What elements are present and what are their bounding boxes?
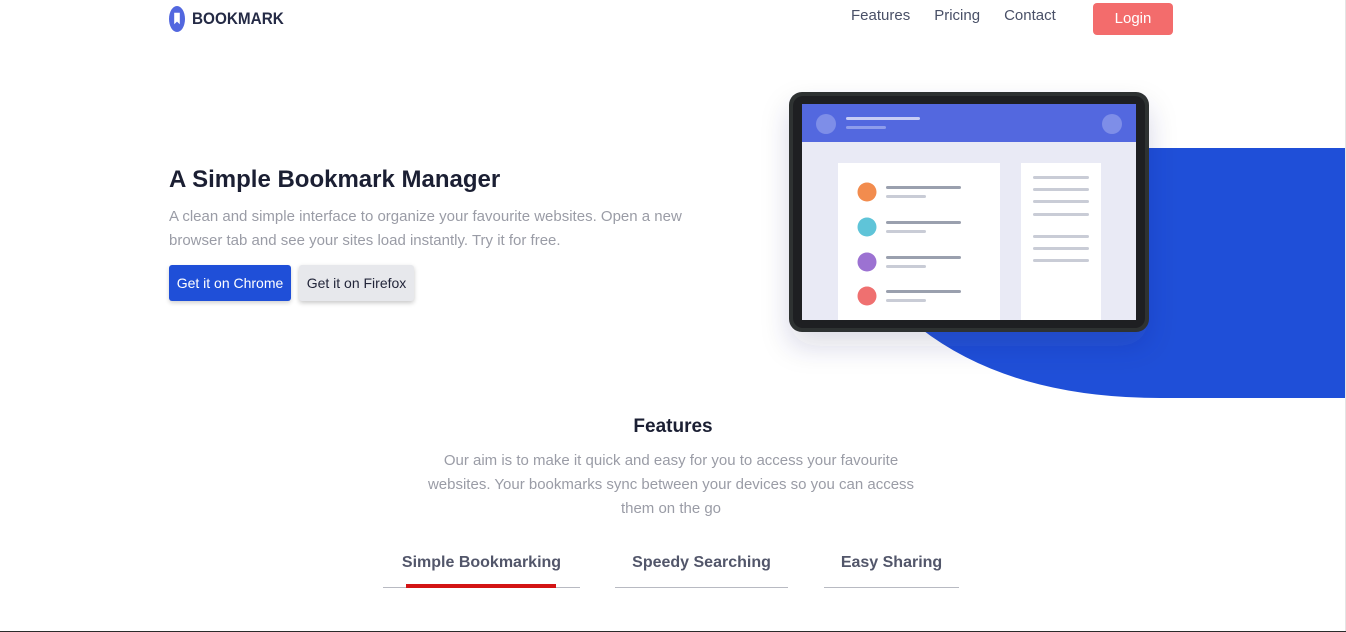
hero-title: A Simple Bookmark Manager <box>169 166 501 193</box>
bookmark-side-card <box>1021 163 1101 320</box>
tab-label: Speedy Searching <box>632 554 771 571</box>
get-firefox-button[interactable]: Get it on Firefox <box>299 265 414 301</box>
hero-description: A clean and simple interface to organize… <box>169 208 682 249</box>
tab-speedy-searching[interactable]: Speedy Searching <box>615 549 788 588</box>
nav-link-features[interactable]: Features <box>851 6 910 26</box>
logo[interactable]: BOOKMARK <box>169 6 294 32</box>
bookmark-logo-icon <box>169 6 185 32</box>
tab-easy-sharing[interactable]: Easy Sharing <box>824 549 959 588</box>
landing-page: BOOKMARK Features Pricing Contact Login … <box>0 0 1346 632</box>
tab-active-indicator <box>406 584 556 588</box>
main-nav: Features Pricing Contact <box>851 6 1080 26</box>
hero-tablet-illustration <box>789 92 1346 398</box>
logo-text: BOOKMARK <box>192 9 284 28</box>
tab-label: Easy Sharing <box>840 554 943 571</box>
nav-link-pricing[interactable]: Pricing <box>934 6 980 26</box>
features-description: Our aim is to make it quick and easy for… <box>427 452 915 517</box>
tab-simple-bookmarking[interactable]: Simple Bookmarking <box>383 549 580 588</box>
tablet-screen-header <box>802 104 1136 142</box>
features-title: Features <box>633 416 713 437</box>
login-button[interactable]: Login <box>1093 3 1173 35</box>
nav-link-contact[interactable]: Contact <box>1004 6 1056 26</box>
tab-label: Simple Bookmarking <box>401 554 562 571</box>
get-chrome-button[interactable]: Get it on Chrome <box>169 265 291 301</box>
